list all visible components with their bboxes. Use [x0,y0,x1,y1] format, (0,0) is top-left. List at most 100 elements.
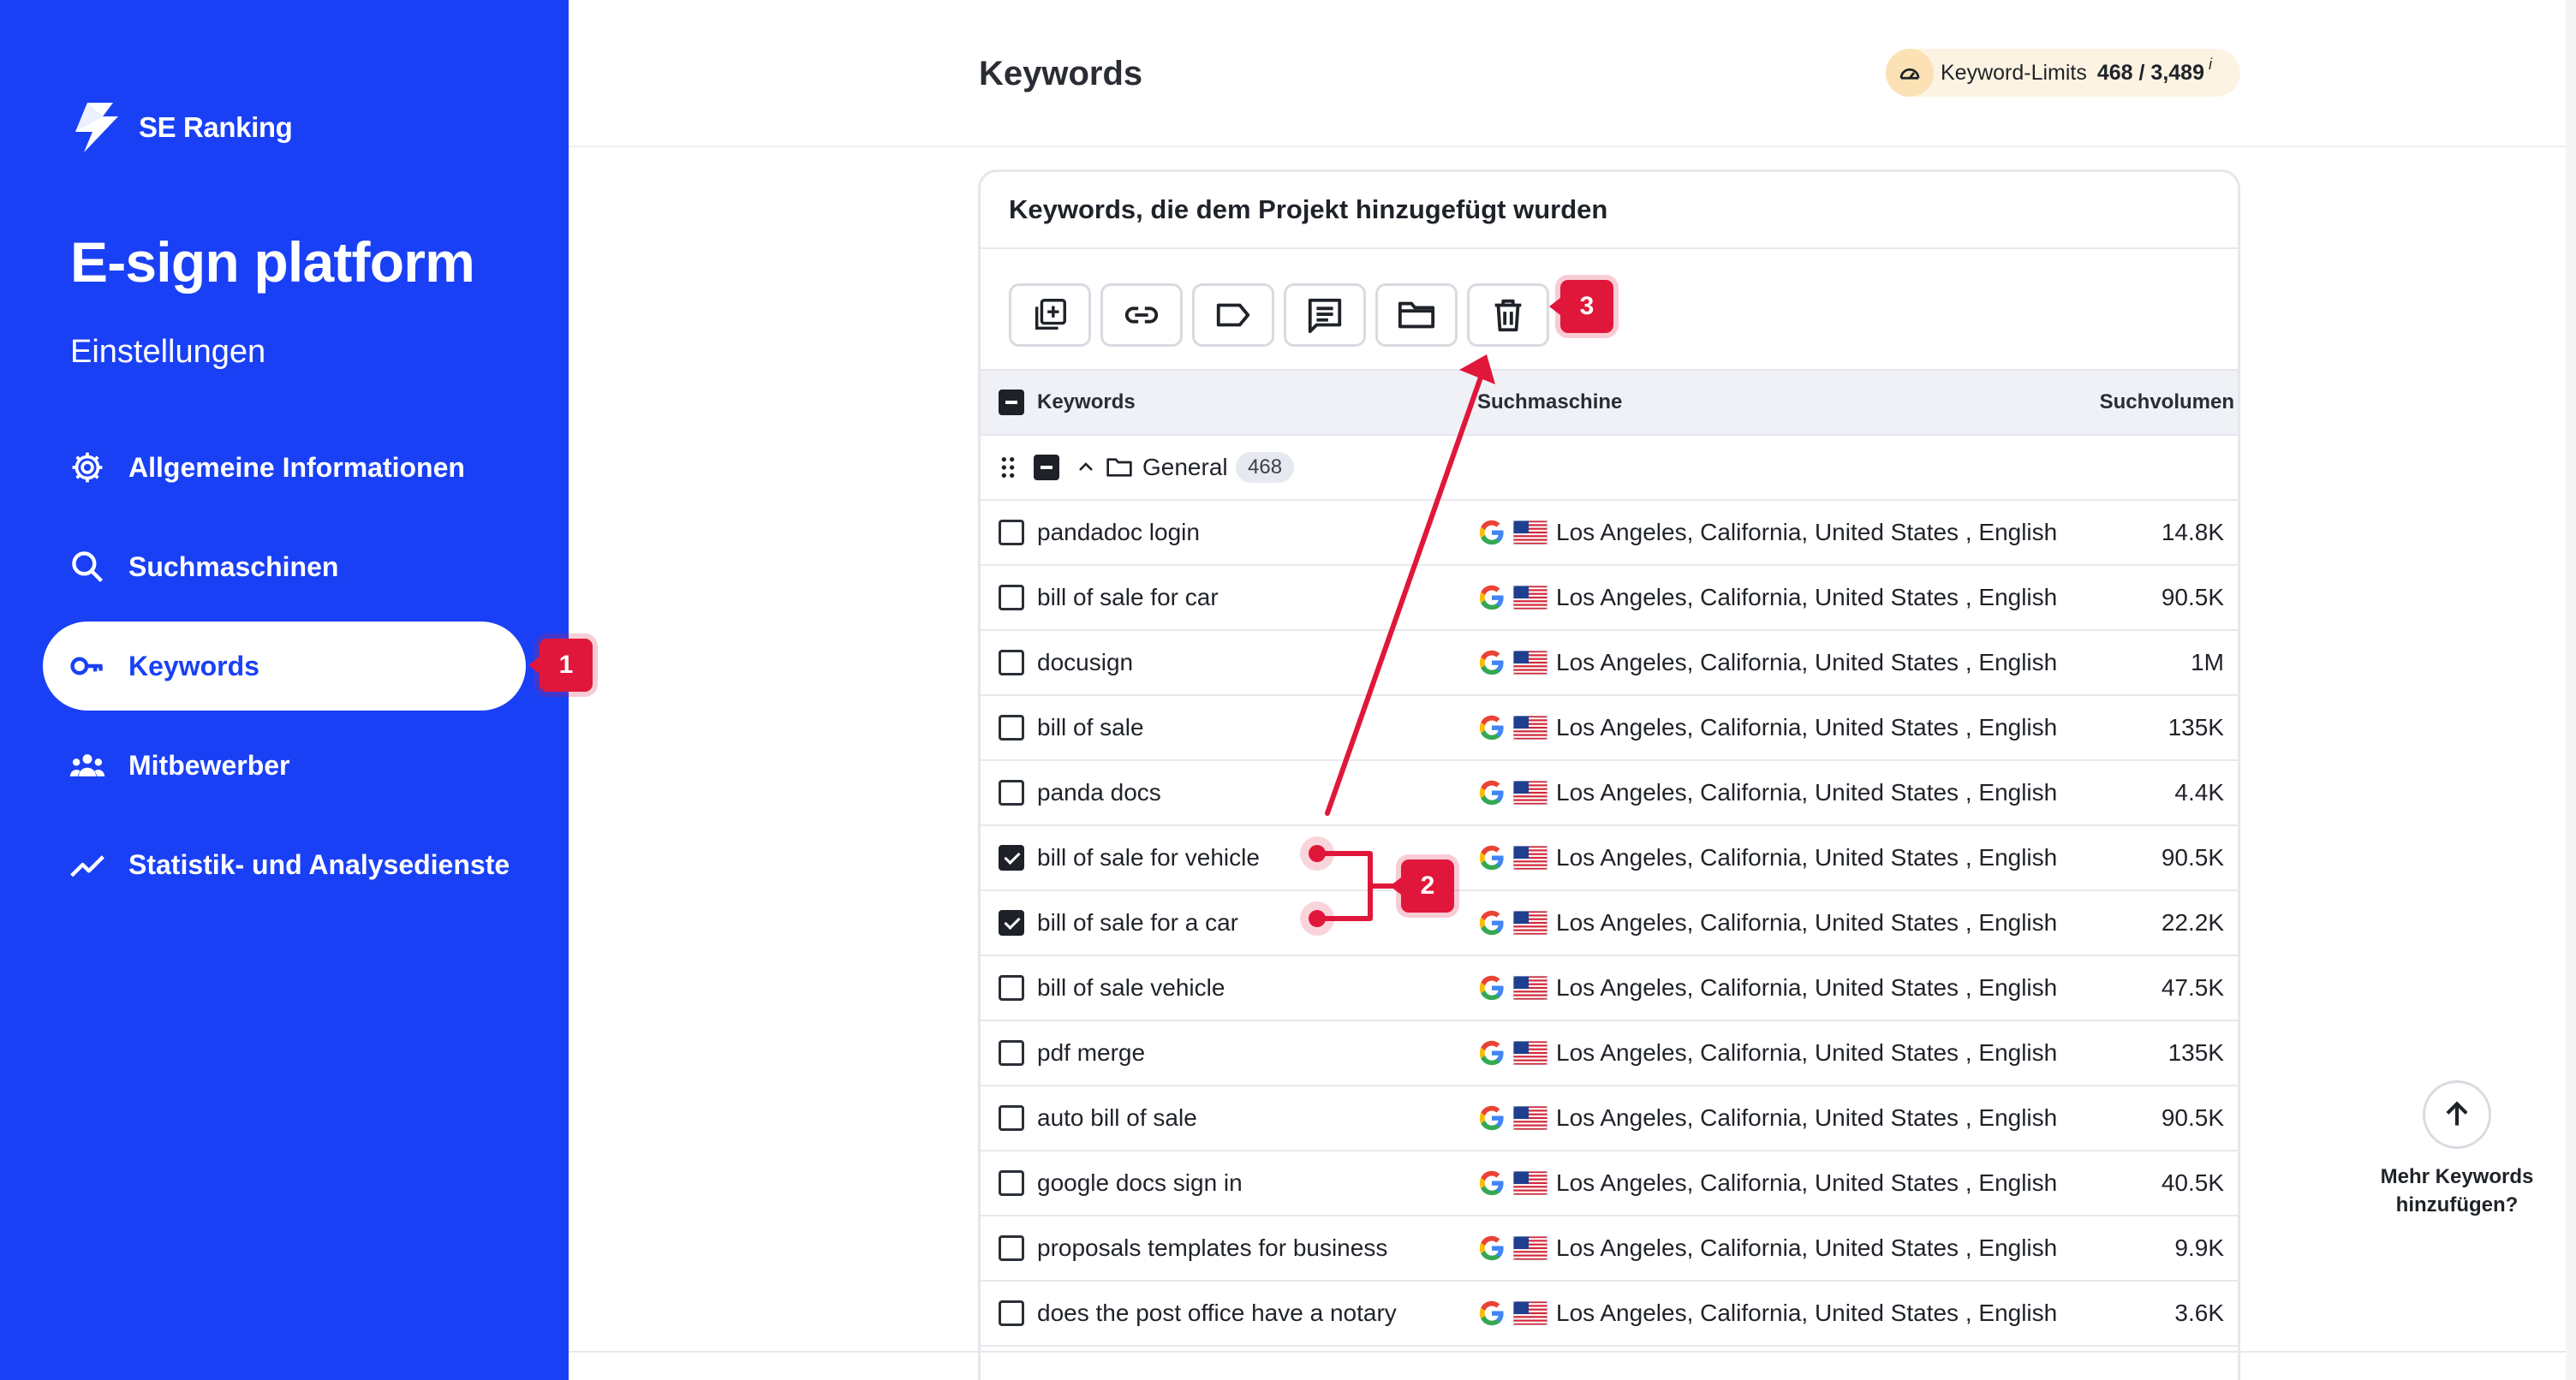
engine-location: Los Angeles, California, United States ,… [1556,649,2058,675]
scroll-up-button[interactable] [2423,1080,2491,1149]
tag-icon [1216,303,1250,327]
arrow-up-icon [2446,1101,2468,1126]
engine-location: Los Angeles, California, United States ,… [1556,1039,2058,1066]
nav-item-general-info[interactable]: Allgemeine Informationen [43,423,526,512]
engine-location: Los Angeles, California, United States ,… [1556,519,2058,545]
row-checkbox[interactable] [999,650,1024,675]
column-search-engine[interactable]: Suchmaschine [1477,371,1622,434]
row-checkbox[interactable] [999,1300,1024,1326]
row-checkbox[interactable] [999,585,1024,610]
table-row[interactable]: google docs sign in Los Angeles, Californ… [981,1151,2238,1216]
add-keywords-button[interactable] [1009,283,1091,347]
group-checkbox[interactable] [1034,455,1059,480]
info-icon[interactable]: i [2209,56,2212,74]
delete-button[interactable] [1467,283,1549,347]
table-row[interactable]: pdf merge Los Angeles, California, United… [981,1021,2238,1086]
comment-icon [1308,298,1342,334]
comment-button[interactable] [1284,283,1366,347]
folder-icon [1106,458,1132,477]
us-flag-icon [1512,520,1548,545]
row-checkbox[interactable] [999,910,1024,936]
page-title: Keywords [979,55,1143,92]
drag-handle-icon[interactable] [999,455,1017,480]
us-flag-icon [1512,845,1548,871]
nav-item-search-engines[interactable]: Suchmaschinen [43,522,526,611]
more-keywords-hint[interactable]: Mehr Keywords hinzufügen? [2346,1163,2567,1219]
table-row[interactable]: proposals templates for business Los Ange… [981,1216,2238,1282]
row-checkbox[interactable] [999,845,1024,871]
annotation-badge-2: 2 [1390,860,1454,913]
search-volume: 90.5K [2161,584,2224,610]
folder-button[interactable] [1375,283,1458,347]
us-flag-icon [1512,1300,1548,1326]
row-checkbox[interactable] [999,1235,1024,1261]
row-checkbox[interactable] [999,715,1024,741]
search-icon [72,551,104,583]
row-checkbox[interactable] [999,1105,1024,1131]
table-row[interactable]: bill of sale for vehicle Los Angeles, Cal… [981,826,2238,891]
google-icon [1477,1234,1506,1263]
table-row[interactable]: pandadoc login Los Angeles, California, U… [981,501,2238,566]
keyword-text: bill of sale vehicle [1037,974,1225,1001]
table-row[interactable]: does the post office have a notary Los An… [981,1282,2238,1347]
table-row[interactable]: panda docs Los Angeles, California, Unite… [981,761,2238,826]
row-checkbox[interactable] [999,520,1024,545]
search-volume: 14.8K [2161,519,2224,545]
group-name: General [1142,454,1228,480]
search-volume: 9.9K [2174,1234,2224,1261]
google-icon [1477,518,1506,547]
nav-item-competitors[interactable]: Mitbewerber [43,721,526,810]
link-button[interactable] [1100,283,1183,347]
nav-item-analytics[interactable]: Statistik- und Analysedienste [43,820,526,909]
row-checkbox[interactable] [999,1170,1024,1196]
search-volume: 1M [2191,649,2224,675]
bottom-divider [569,1351,2576,1353]
column-search-volume[interactable]: Suchvolumen [2100,371,2234,434]
us-flag-icon [1512,975,1548,1001]
google-icon [1477,583,1506,612]
link-icon [1124,306,1159,324]
engine-location: Los Angeles, California, United States ,… [1556,779,2058,806]
brand[interactable]: SE Ranking [69,101,293,154]
column-keywords[interactable]: Keywords [1037,371,1136,434]
chevron-up-icon[interactable] [1076,457,1096,478]
table-row[interactable]: auto bill of sale Los Angeles, California… [981,1086,2238,1151]
search-volume: 40.5K [2161,1169,2224,1196]
nav-item-label: Suchmaschinen [128,550,339,582]
us-flag-icon [1512,585,1548,610]
row-checkbox[interactable] [999,975,1024,1001]
keyword-group-row[interactable]: General 468 [981,436,2238,501]
keyword-text: bill of sale for a car [1037,909,1238,936]
keyword-text: pdf merge [1037,1039,1146,1066]
add-keywords-icon [1035,299,1066,330]
keyword-limit-badge[interactable]: Keyword-Limits 468 / 3,489 i [1886,49,2240,97]
table-row[interactable]: bill of sale for a car Los Angeles, Calif… [981,891,2238,956]
nav-item-label: Keywords [128,650,259,681]
google-icon [1477,778,1506,807]
us-flag-icon [1512,1170,1548,1196]
google-icon [1477,843,1506,872]
row-checkbox[interactable] [999,1040,1024,1066]
tag-button[interactable] [1192,283,1274,347]
search-volume: 135K [2168,1039,2224,1066]
google-icon [1477,1169,1506,1198]
table-row[interactable]: docusign Los Angeles, California, United … [981,631,2238,696]
engine-location: Los Angeles, California, United States ,… [1556,714,2058,741]
header-divider [569,146,2576,147]
scrollbar[interactable] [2566,0,2576,1380]
keyword-text: panda docs [1037,779,1161,806]
nav-item-keywords[interactable]: Keywords [43,622,526,711]
row-checkbox[interactable] [999,780,1024,806]
us-flag-icon [1512,715,1548,741]
us-flag-icon [1512,650,1548,675]
engine-location: Los Angeles, California, United States ,… [1556,1104,2058,1131]
table-row[interactable]: bill of sale for car Los Angeles, Califor… [981,566,2238,631]
us-flag-icon [1512,1235,1548,1261]
panel-title: Keywords, die dem Projekt hinzugefügt wu… [981,172,2238,249]
table-row[interactable]: bill of sale Los Angeles, California, Uni… [981,696,2238,761]
nav-item-label: Statistik- und Analysedienste [128,848,510,880]
folder-icon [1398,301,1435,329]
select-all-checkbox[interactable] [999,371,1024,434]
table-row[interactable]: bill of sale vehicle Los Angeles, Califor… [981,956,2238,1021]
search-volume: 4.4K [2174,779,2224,806]
